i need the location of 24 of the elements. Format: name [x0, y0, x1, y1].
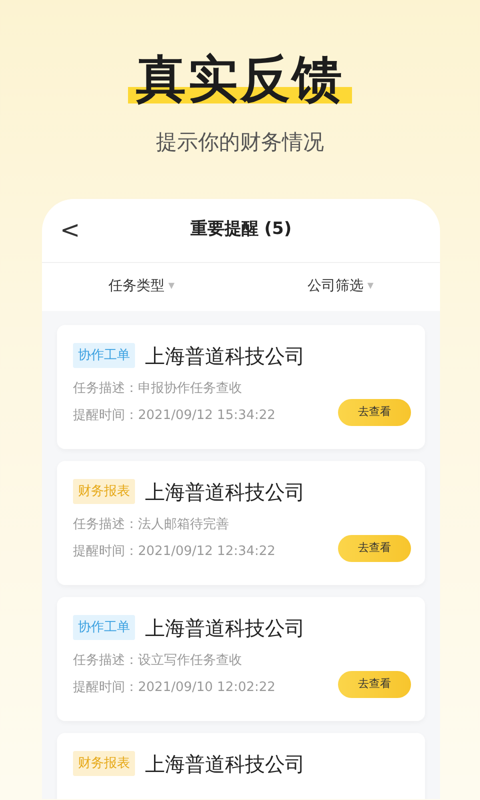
task-description: 任务描述：设立写作任务查收 — [73, 652, 243, 670]
reminder-time: 提醒时间：2021/09/12 15:34:22 — [73, 407, 276, 425]
reminder-time: 提醒时间：2021/09/10 12:02:22 — [73, 679, 276, 697]
reminder-time: 提醒时间：2021/09/12 12:34:22 — [73, 543, 276, 561]
view-button[interactable]: 去查看 — [338, 535, 411, 562]
filter-dropdown[interactable]: 任务类型 ▼ — [42, 275, 241, 298]
subtitle: 提示你的财务情况 — [155, 129, 325, 156]
task-description: 任务描述：申报协作任务查收 — [73, 380, 243, 398]
company-name: 上海普道科技公司 — [145, 478, 305, 506]
category-tag: 财务报表 — [73, 478, 135, 504]
caret-icon: ▼ — [367, 281, 374, 290]
company-name: 上海普道科技公司 — [145, 750, 305, 778]
page-title: 重要提醒 (5) — [190, 218, 292, 242]
back-button[interactable]: < — [56, 218, 84, 242]
company-name: 上海普道科技公司 — [145, 342, 305, 370]
view-button[interactable]: 去查看 — [338, 399, 411, 426]
view-button[interactable]: 去查看 — [338, 671, 411, 698]
filter-dropdown[interactable]: 公司筛选 ▼ — [241, 275, 440, 298]
category-tag: 财务报表 — [73, 750, 135, 776]
company-name: 上海普道科技公司 — [145, 614, 305, 642]
category-tag: 协作工单 — [73, 614, 135, 640]
task-description: 任务描述：法人邮箱待完善 — [73, 516, 230, 534]
caret-icon: ▼ — [168, 281, 175, 290]
category-tag: 协作工单 — [73, 342, 135, 368]
